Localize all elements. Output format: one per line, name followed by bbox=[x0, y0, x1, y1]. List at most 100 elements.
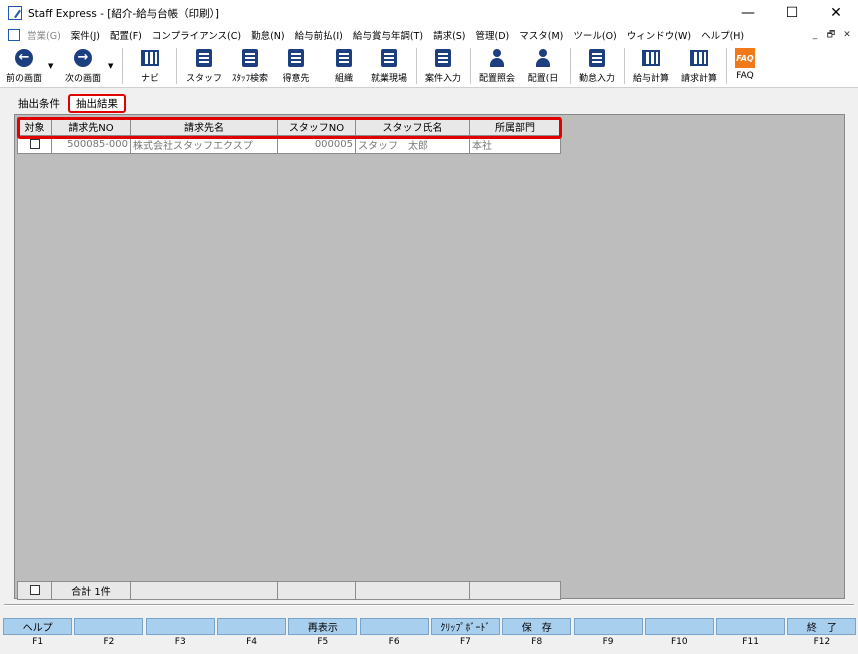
staff-button[interactable]: スタッフ bbox=[184, 46, 224, 86]
worksite-icon bbox=[381, 49, 397, 67]
mdi-restore-button[interactable]: 🗗 bbox=[824, 28, 838, 41]
mdi-minimize-button[interactable]: _ bbox=[808, 28, 822, 41]
toolbar-separator bbox=[176, 48, 177, 84]
maximize-button[interactable]: ☐ bbox=[770, 0, 814, 26]
menu-bar: 営業(G) 案件(J) 配置(F) コンプライアンス(C) 勤怠(N) 給与前払… bbox=[0, 26, 858, 44]
f3-label: F3 bbox=[174, 637, 186, 647]
menu-window[interactable]: ウィンドウ(W) bbox=[622, 28, 696, 42]
worksite-button[interactable]: 就業現場 bbox=[366, 46, 412, 86]
column-header-dept[interactable]: 所属部門 bbox=[469, 117, 561, 136]
total-cell bbox=[355, 581, 470, 600]
staff-no-cell: 000005 bbox=[277, 135, 356, 154]
table-row[interactable]: 500085-000 株式会社スタッフエクスプ 000005 スタッフ 太郎 本… bbox=[17, 135, 561, 154]
f2-label: F2 bbox=[103, 637, 115, 647]
dropdown-arrow-icon[interactable]: ▼ bbox=[48, 62, 53, 70]
staff-icon bbox=[196, 49, 212, 67]
f8-save-button[interactable]: 保 存 bbox=[502, 618, 572, 635]
f5-refresh-button[interactable]: 再表示 bbox=[288, 618, 358, 635]
menu-jobs[interactable]: 案件(J) bbox=[66, 28, 105, 42]
function-key-bar: ヘルプ F1 F2 F3 F4 再表示 F5 F6 ｸﾘｯﾌﾟﾎﾞｰﾄﾞ F7 保 存… bbox=[2, 618, 858, 647]
select-all-cell[interactable] bbox=[17, 581, 52, 600]
column-header-staff-no[interactable]: スタッフNO bbox=[277, 117, 356, 136]
f6-button[interactable] bbox=[359, 618, 429, 635]
billing-calc-button[interactable]: 請求計算 bbox=[676, 46, 722, 86]
prev-screen-button[interactable]: ← 前の画面 bbox=[2, 46, 46, 86]
f4-button[interactable] bbox=[217, 618, 287, 635]
client-icon bbox=[288, 49, 304, 67]
menu-sales[interactable]: 営業(G) bbox=[22, 28, 66, 42]
payroll-calc-button[interactable]: 給与計算 bbox=[628, 46, 674, 86]
menu-admin[interactable]: 管理(D) bbox=[471, 28, 515, 42]
close-button[interactable]: ✕ bbox=[814, 0, 858, 26]
results-grid: 対象 請求先NO 請求先名 スタッフNO スタッフ氏名 所属部門 500085-… bbox=[17, 117, 562, 154]
f9-button[interactable] bbox=[573, 618, 643, 635]
faq-button[interactable]: FAQ FAQ bbox=[730, 46, 760, 86]
f5-label: F5 bbox=[317, 637, 329, 647]
next-screen-button[interactable]: → 次の画面 bbox=[60, 46, 106, 86]
divider bbox=[4, 604, 854, 606]
f6-label: F6 bbox=[388, 637, 400, 647]
assign-inquiry-button[interactable]: 配置照会 bbox=[474, 46, 520, 86]
f12-exit-button[interactable]: 終 了 bbox=[787, 618, 857, 635]
org-button[interactable]: 組織 bbox=[324, 46, 364, 86]
menu-payroll[interactable]: 給与賞与年調(T) bbox=[348, 28, 428, 42]
document-icon[interactable] bbox=[8, 29, 20, 41]
menu-assign[interactable]: 配置(F) bbox=[105, 28, 147, 42]
f11-button[interactable] bbox=[716, 618, 786, 635]
f2-button[interactable] bbox=[74, 618, 144, 635]
window-controls: — ☐ ✕ bbox=[726, 0, 858, 26]
column-header-staff-name[interactable]: スタッフ氏名 bbox=[355, 117, 470, 136]
title-bar: Staff Express - [紹介-給与台帳（印刷）] — ☐ ✕ bbox=[0, 0, 858, 26]
toolbar-separator bbox=[570, 48, 571, 84]
row-select-cell[interactable] bbox=[17, 135, 52, 154]
app-icon bbox=[8, 6, 22, 20]
tab-conditions[interactable]: 抽出条件 bbox=[14, 95, 64, 112]
f7-label: F7 bbox=[459, 637, 471, 647]
navi-icon bbox=[141, 50, 159, 66]
menu-prepay[interactable]: 給与前払(I) bbox=[290, 28, 348, 42]
menu-billing[interactable]: 請求(S) bbox=[428, 28, 470, 42]
arrow-right-icon: → bbox=[74, 49, 92, 67]
attendance-button[interactable]: 勤怠入力 bbox=[574, 46, 620, 86]
column-header-client-name[interactable]: 請求先名 bbox=[130, 117, 278, 136]
total-cell bbox=[277, 581, 356, 600]
menu-compliance[interactable]: コンプライアンス(C) bbox=[147, 28, 246, 42]
staff-name-cell: スタッフ 太郎 bbox=[355, 135, 470, 154]
column-header-client-no[interactable]: 請求先NO bbox=[51, 117, 131, 136]
job-entry-button[interactable]: 案件入力 bbox=[420, 46, 466, 86]
client-button[interactable]: 得意先 bbox=[276, 46, 316, 86]
f11-label: F11 bbox=[742, 637, 759, 647]
menu-tools[interactable]: ツール(O) bbox=[568, 28, 621, 42]
total-row: 合計 1件 bbox=[17, 581, 561, 600]
f9-label: F9 bbox=[602, 637, 614, 647]
minimize-button[interactable]: — bbox=[726, 0, 770, 26]
results-panel: 対象 請求先NO 請求先名 スタッフNO スタッフ氏名 所属部門 500085-… bbox=[14, 114, 845, 600]
org-icon bbox=[336, 49, 352, 67]
toolbar: ← 前の画面 ▼ → 次の画面 ▼ ナビ スタッフ ｽﾀｯﾌ検索 得意先 組織 … bbox=[0, 44, 858, 88]
f7-clipboard-button[interactable]: ｸﾘｯﾌﾟﾎﾞｰﾄﾞ bbox=[430, 618, 500, 635]
toolbar-separator bbox=[470, 48, 471, 84]
arrow-left-icon: ← bbox=[15, 49, 33, 67]
menu-attendance[interactable]: 勤怠(N) bbox=[246, 28, 290, 42]
assign-day-button[interactable]: 配置(日 bbox=[522, 46, 564, 86]
f8-label: F8 bbox=[531, 637, 543, 647]
row-checkbox[interactable] bbox=[29, 139, 40, 149]
f1-label: F1 bbox=[32, 637, 44, 647]
column-header-target[interactable]: 対象 bbox=[17, 117, 52, 136]
f3-button[interactable] bbox=[145, 618, 215, 635]
tab-results[interactable]: 抽出結果 bbox=[68, 94, 126, 113]
select-all-checkbox[interactable] bbox=[29, 585, 40, 595]
f1-help-button[interactable]: ヘルプ bbox=[3, 618, 73, 635]
navi-button[interactable]: ナビ bbox=[134, 46, 166, 86]
total-cell bbox=[130, 581, 278, 600]
mdi-close-button[interactable]: ✕ bbox=[840, 28, 854, 41]
tab-strip: 抽出条件 抽出結果 bbox=[14, 94, 126, 113]
staff-search-icon bbox=[242, 49, 258, 67]
staff-search-button[interactable]: ｽﾀｯﾌ検索 bbox=[228, 46, 272, 86]
job-entry-icon bbox=[435, 49, 451, 67]
menu-help[interactable]: ヘルプ(H) bbox=[696, 28, 749, 42]
client-name-cell: 株式会社スタッフエクスプ bbox=[130, 135, 278, 154]
f10-button[interactable] bbox=[644, 618, 714, 635]
menu-master[interactable]: マスタ(M) bbox=[514, 28, 568, 42]
dropdown-arrow-icon[interactable]: ▼ bbox=[108, 62, 113, 70]
